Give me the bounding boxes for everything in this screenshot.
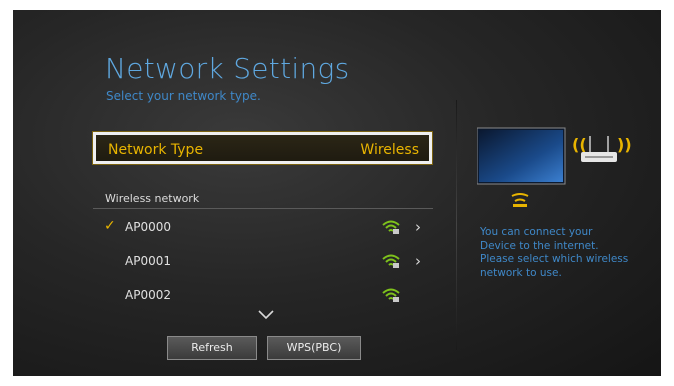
network-name: AP0000 bbox=[125, 220, 171, 234]
info-text: You can connect your Device to the inter… bbox=[480, 226, 629, 279]
wifi-signal-icon bbox=[382, 220, 400, 234]
page-subtitle: Select your network type. bbox=[106, 89, 261, 103]
refresh-button[interactable]: Refresh bbox=[167, 336, 257, 360]
network-name: AP0001 bbox=[125, 254, 171, 268]
wifi-signal-icon bbox=[382, 288, 400, 302]
tv-screen: Network Settings Select your network typ… bbox=[13, 10, 661, 376]
chevron-right-icon: › bbox=[415, 252, 421, 270]
chevron-down-icon[interactable] bbox=[258, 310, 274, 320]
panel-divider bbox=[456, 100, 457, 350]
page-title: Network Settings bbox=[105, 52, 350, 85]
svg-text:)): )) bbox=[617, 135, 632, 154]
network-list-item-ap0000[interactable]: ✓ AP0000 › bbox=[93, 216, 433, 240]
check-icon: ✓ bbox=[104, 218, 116, 234]
network-name: AP0002 bbox=[125, 288, 171, 302]
network-type-selector[interactable]: Network Type Wireless bbox=[92, 131, 433, 165]
network-type-value: Wireless bbox=[360, 142, 419, 158]
svg-text:((: (( bbox=[572, 135, 587, 154]
wifi-signal-icon bbox=[382, 254, 400, 268]
wireless-network-label: Wireless network bbox=[105, 192, 200, 205]
wps-pbc-button[interactable]: WPS(PBC) bbox=[267, 336, 361, 360]
network-type-label: Network Type bbox=[108, 142, 204, 158]
chevron-right-icon: › bbox=[415, 218, 421, 236]
network-list-item-ap0002[interactable]: AP0002 bbox=[93, 284, 433, 308]
tv-router-illustration: (( )) bbox=[477, 127, 632, 207]
section-divider bbox=[93, 208, 433, 209]
network-list-item-ap0001[interactable]: AP0001 › bbox=[93, 250, 433, 274]
